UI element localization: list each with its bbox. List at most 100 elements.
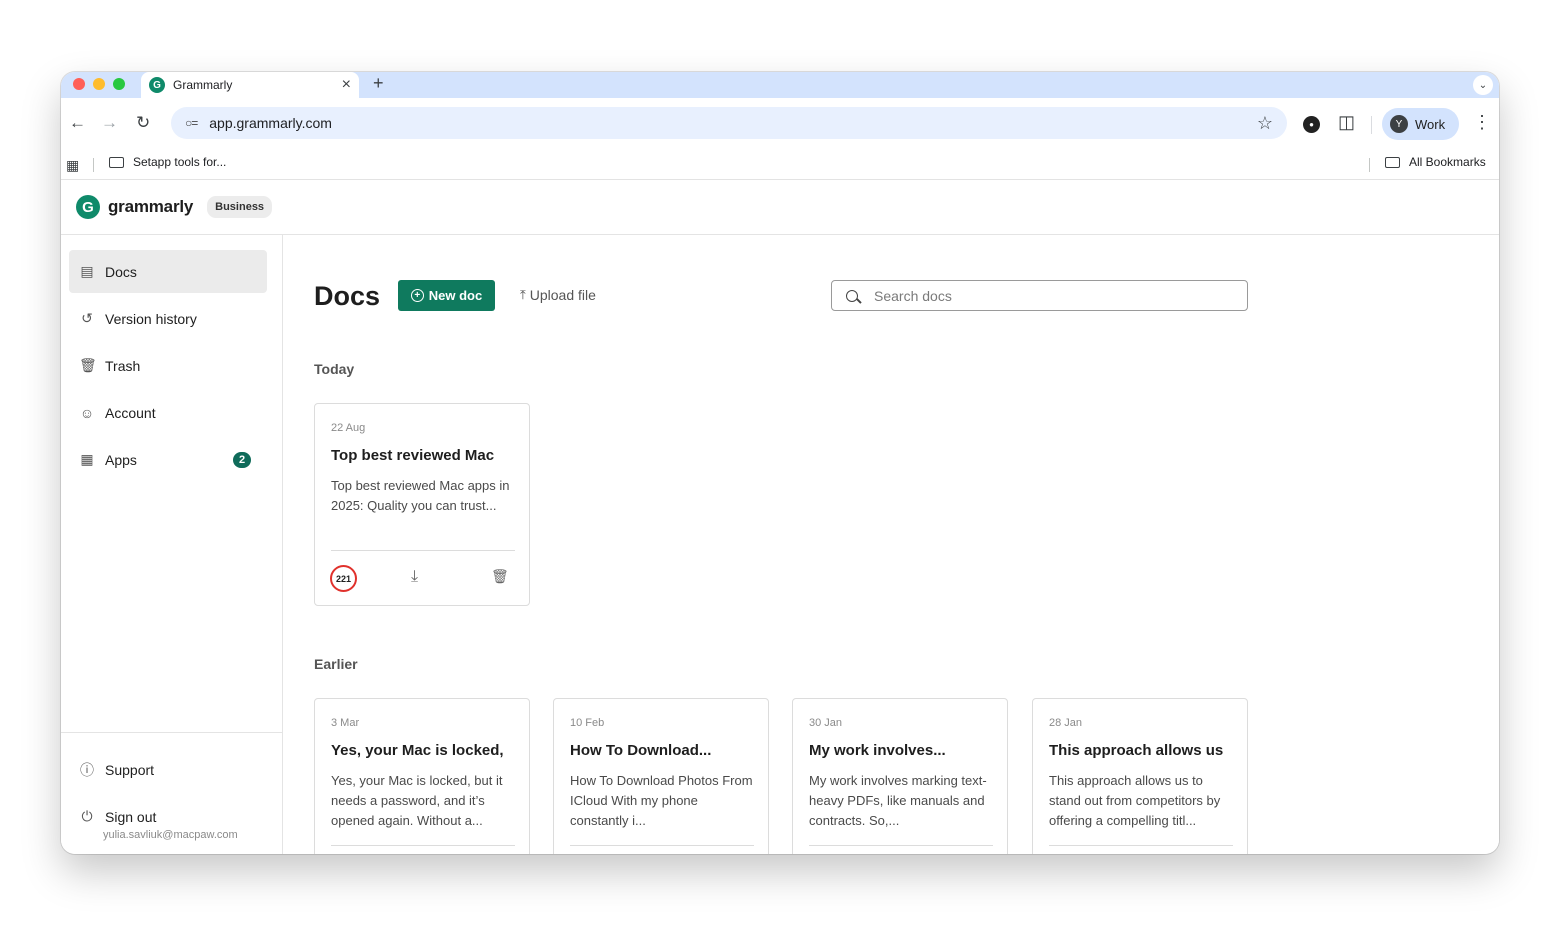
site-settings-icon[interactable]: ○= [185, 116, 198, 130]
profile-avatar: Y [1390, 115, 1408, 133]
section-label-today: Today [314, 361, 355, 377]
user-email: yulia.savliuk@macpaw.com [103, 829, 238, 841]
doc-card[interactable]: 30 Jan My work involves... My work invol… [792, 698, 1008, 854]
upload-file-button[interactable]: ⤒ Upload file [520, 287, 596, 303]
new-doc-button[interactable]: + New doc [398, 280, 495, 311]
sidebar-item-label: Trash [105, 357, 141, 374]
bookmarks-divider [93, 158, 94, 172]
apps-grid-icon[interactable]: ▦ [66, 157, 79, 174]
card-divider [1049, 845, 1233, 846]
new-tab-button[interactable]: + [373, 73, 384, 94]
sign-out-label: Sign out [105, 808, 157, 825]
card-divider [331, 845, 515, 846]
doc-snippet: Top best reviewed Mac apps in 2025: Qual… [331, 478, 510, 513]
download-icon[interactable]: ⤓ [411, 568, 418, 586]
doc-date: 30 Jan [809, 717, 843, 729]
extension-icon[interactable]: ● [1303, 116, 1320, 133]
grammarly-favicon-icon: G [149, 77, 165, 93]
address-bar[interactable]: ○= app.grammarly.com ☆ [171, 107, 1287, 139]
doc-card[interactable]: 28 Jan This approach allows us This appr… [1032, 698, 1248, 854]
doc-card[interactable]: 3 Mar Yes, your Mac is locked, Yes, your… [314, 698, 530, 854]
close-tab-icon[interactable]: × [342, 76, 351, 94]
sidebar-item-account[interactable]: ☺ Account [69, 391, 267, 434]
upload-file-label: Upload file [529, 287, 596, 303]
card-divider [809, 845, 993, 846]
extensions-puzzle-icon[interactable]: ◫ [1338, 112, 1355, 133]
doc-date: 10 Feb [570, 717, 605, 729]
minimize-window-button[interactable] [93, 78, 105, 90]
doc-title: My work involves... [809, 742, 946, 759]
doc-snippet: How To Download Photos From ICloud With … [570, 773, 753, 828]
doc-card[interactable]: 10 Feb How To Download... How To Downloa… [553, 698, 769, 854]
main-content: Docs + New doc ⤒ Upload file Search docs… [284, 235, 1499, 854]
search-icon [846, 289, 858, 302]
document-icon: ▤ [80, 263, 94, 279]
bookmark-folder-label: Setapp tools for... [133, 155, 227, 169]
brand-name[interactable]: grammarly [108, 197, 193, 217]
sidebar-item-trash[interactable]: 🗑 Trash [69, 344, 267, 387]
sidebar-item-apps[interactable]: ▦ Apps 2 [69, 438, 267, 481]
app-header: G grammarly Business [61, 180, 1499, 235]
doc-date: 22 Aug [331, 422, 366, 434]
sidebar-divider [61, 732, 283, 733]
zoom-window-button[interactable] [113, 78, 125, 90]
card-divider [570, 845, 754, 846]
tab-strip: G Grammarly × + ⌄ [61, 72, 1499, 98]
sidebar-item-label: Version history [105, 310, 197, 327]
back-arrow-icon[interactable]: ← [69, 113, 86, 133]
browser-window: G Grammarly × + ⌄ ← → ↻ ○= app.grammarly… [61, 72, 1499, 854]
doc-date: 28 Jan [1049, 717, 1083, 729]
folder-icon [109, 156, 124, 168]
sidebar: ▤ Docs ↺ Version history 🗑 Trash ☺ Accou… [61, 235, 283, 854]
upload-icon: ⤒ [520, 287, 526, 302]
doc-title: How To Download... [570, 742, 712, 759]
score-indicator[interactable]: 221 [330, 565, 357, 592]
url-text: app.grammarly.com [209, 115, 332, 131]
bookmark-star-icon[interactable]: ☆ [1257, 113, 1273, 134]
bookmark-folder-setapp[interactable]: Setapp tools for... [109, 155, 226, 169]
apps-icon: ▦ [80, 451, 94, 467]
browser-menu-icon[interactable]: ⋮ [1473, 112, 1491, 133]
help-icon: ⓘ [80, 761, 94, 778]
folder-icon [1385, 156, 1400, 168]
close-window-button[interactable] [73, 78, 85, 90]
doc-card[interactable]: 22 Aug Top best reviewed Mac Top best re… [314, 403, 530, 606]
doc-date: 3 Mar [331, 717, 360, 729]
plus-circle-icon: + [410, 289, 424, 302]
all-bookmarks-button[interactable]: All Bookmarks [1385, 155, 1486, 169]
trash-icon[interactable]: 🗑 [491, 568, 509, 585]
history-icon: ↺ [81, 310, 93, 326]
trash-icon: 🗑 [79, 357, 97, 373]
doc-snippet: Yes, your Mac is locked, but it needs a … [331, 773, 503, 828]
sidebar-item-label: Docs [105, 263, 137, 280]
apps-count-badge: 2 [233, 452, 251, 468]
support-link[interactable]: ⓘ Support [69, 748, 267, 791]
sidebar-item-version-history[interactable]: ↺ Version history [69, 297, 267, 340]
bookmarks-divider-right [1369, 158, 1370, 172]
tab-title: Grammarly [173, 78, 233, 92]
browser-tab[interactable]: G Grammarly × [141, 72, 359, 98]
browser-toolbar: ← → ↻ ○= app.grammarly.com ☆ ● ◫ Y Work … [61, 98, 1499, 150]
account-icon: ☺ [79, 404, 95, 421]
bookmarks-bar: ▦ Setapp tools for... All Bookmarks [61, 150, 1499, 180]
forward-arrow-icon[interactable]: → [101, 113, 118, 133]
doc-title: Yes, your Mac is locked, [331, 742, 504, 759]
support-label: Support [105, 761, 155, 778]
profile-button[interactable]: Y Work [1382, 108, 1459, 140]
reload-icon[interactable]: ↻ [136, 113, 150, 133]
search-input[interactable]: Search docs [831, 280, 1248, 311]
doc-title: Top best reviewed Mac [331, 447, 495, 464]
card-divider [331, 550, 515, 551]
doc-snippet: My work involves marking text-heavy PDFs… [809, 773, 987, 828]
tab-search-chevron-icon[interactable]: ⌄ [1473, 75, 1493, 95]
doc-title: This approach allows us [1049, 742, 1224, 759]
sidebar-item-docs[interactable]: ▤ Docs [69, 250, 267, 293]
grammarly-logo-icon[interactable]: G [76, 195, 100, 219]
page-title: Docs [314, 281, 381, 311]
plan-badge: Business [207, 196, 273, 218]
toolbar-divider [1371, 116, 1372, 134]
sidebar-item-label: Account [105, 404, 156, 421]
power-icon: ⏻ [81, 808, 93, 824]
all-bookmarks-label: All Bookmarks [1409, 155, 1486, 169]
doc-snippet: This approach allows us to stand out fro… [1049, 773, 1221, 828]
